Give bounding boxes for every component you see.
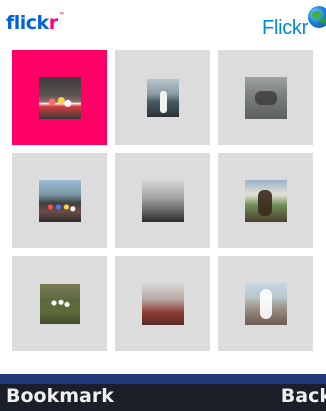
globe-icon (308, 6, 326, 28)
bookmark-softkey[interactable]: Bookmark (6, 385, 114, 407)
photo-tile-6[interactable] (218, 153, 313, 248)
photo-tile-5[interactable] (115, 153, 210, 248)
photo-tile-8[interactable] (115, 256, 210, 351)
photo-thumbnail (244, 76, 287, 119)
photo-thumbnail (38, 179, 81, 222)
photo-thumbnail (146, 78, 179, 117)
header: flickr™ Flickr (0, 0, 326, 48)
logo-text-right: r (48, 12, 58, 34)
photo-grid (12, 50, 326, 370)
logo-text-left: flick (6, 12, 49, 34)
app-title: Flickr (262, 17, 308, 39)
softkey-bar: Bookmark Back (0, 384, 326, 411)
photo-tile-3[interactable] (218, 50, 313, 145)
back-softkey[interactable]: Back (281, 385, 326, 407)
photo-thumbnail (39, 283, 80, 324)
softkey-divider (0, 374, 326, 384)
photo-thumbnail (244, 282, 287, 325)
photo-thumbnail (244, 179, 287, 222)
photo-tile-1[interactable] (12, 50, 107, 145)
photo-tile-4[interactable] (12, 153, 107, 248)
flickr-logo: flickr™ (6, 12, 65, 34)
photo-tile-9[interactable] (218, 256, 313, 351)
photo-tile-2[interactable] (115, 50, 210, 145)
flickr-screen: flickr™ Flickr Bookmark Back (0, 0, 326, 411)
photo-thumbnail (141, 179, 184, 222)
photo-tile-7[interactable] (12, 256, 107, 351)
photo-thumbnail (38, 76, 81, 119)
logo-tm: ™ (58, 12, 65, 19)
photo-thumbnail (141, 282, 184, 325)
